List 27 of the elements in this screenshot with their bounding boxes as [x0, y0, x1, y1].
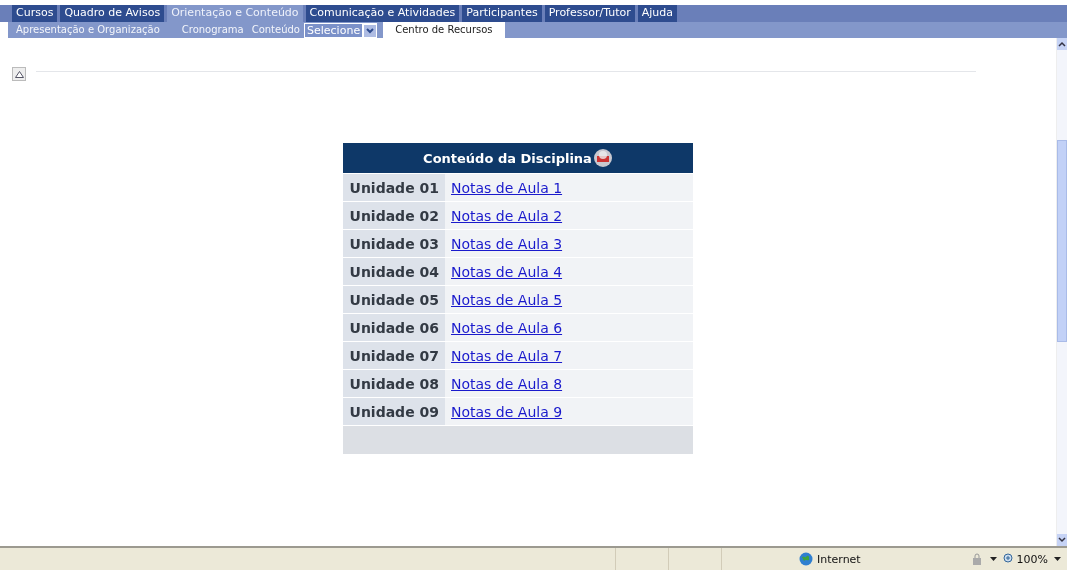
unit-label: Unidade 09	[343, 398, 445, 425]
unit-label: Unidade 04	[343, 258, 445, 285]
triangle-icon	[14, 70, 24, 78]
zone-label: Internet	[817, 552, 861, 566]
scroll-thumb[interactable]	[1057, 140, 1067, 342]
chevron-down-icon	[364, 24, 377, 37]
unit-label: Unidade 01	[343, 174, 445, 201]
unit-label: Unidade 05	[343, 286, 445, 313]
unit-label: Unidade 02	[343, 202, 445, 229]
collapse-button[interactable]	[12, 67, 26, 81]
nav-tab[interactable]: Participantes	[462, 5, 542, 22]
unit-label: Unidade 03	[343, 230, 445, 257]
sub-tab[interactable]: Centro de Recursos	[383, 22, 505, 38]
nav-tab[interactable]: Ajuda	[637, 5, 678, 22]
caret-icon[interactable]	[1054, 557, 1061, 561]
table-header: Conteúdo da Disciplina	[343, 143, 693, 173]
globe-icon	[799, 552, 813, 566]
nav-tab[interactable]: Professor/Tutor	[544, 5, 635, 22]
caret-icon[interactable]	[989, 557, 997, 561]
nav-tab[interactable]: Comunicação e Atividades	[305, 5, 460, 22]
zoom-control[interactable]: 100%	[1002, 552, 1048, 566]
unit-label: Unidade 08	[343, 370, 445, 397]
unit-label: Unidade 07	[343, 342, 445, 369]
nav-tab[interactable]: Cursos	[12, 5, 58, 22]
unit-label: Unidade 06	[343, 314, 445, 341]
scrollbar[interactable]	[1056, 38, 1067, 546]
nav-tab[interactable]: Quadro de Avisos	[60, 5, 165, 22]
